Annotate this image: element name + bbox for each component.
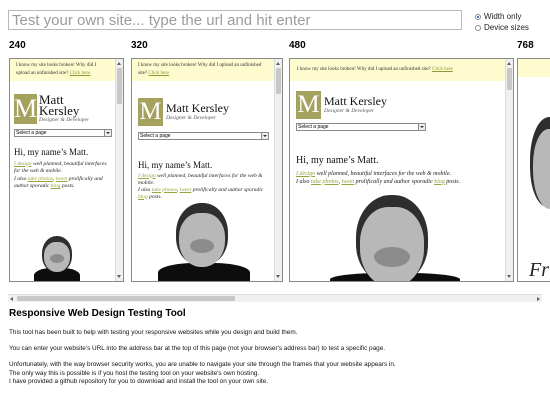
click-here-link[interactable]: Click here bbox=[432, 67, 453, 72]
frame-width-label-768: 768 bbox=[517, 40, 534, 51]
tweet-link[interactable]: tweet bbox=[56, 176, 68, 182]
description-paragraph-3: Unfortunately, with the way browser secu… bbox=[9, 361, 396, 387]
width-only-radio[interactable] bbox=[475, 13, 481, 20]
logo-subtitle: Designer & Developer bbox=[39, 117, 90, 123]
horizontal-scrollbar[interactable] bbox=[8, 294, 542, 302]
description-paragraph-2: You can enter your website's URL into th… bbox=[9, 345, 386, 352]
profile-photo bbox=[158, 199, 250, 281]
notice-banner: I know my site looks broken! Why did I u… bbox=[290, 59, 505, 81]
partial-text: Fr bbox=[529, 259, 549, 281]
frame-width-label-480: 480 bbox=[289, 40, 306, 51]
logo-name: Matt Kersley bbox=[166, 101, 229, 115]
intro-text: I design well planned, beautiful interfa… bbox=[14, 160, 107, 190]
preview-frame-240[interactable]: I know my site looks broken! Why did I u… bbox=[9, 58, 124, 282]
scroll-left-icon[interactable] bbox=[10, 297, 13, 301]
intro-text: I design well planned, beautiful interfa… bbox=[138, 172, 264, 200]
scroll-down-icon bbox=[117, 275, 121, 278]
frame-scrollbar[interactable] bbox=[115, 59, 123, 281]
page-select[interactable]: Select a page bbox=[138, 131, 269, 140]
device-sizes-option[interactable]: Device sizes bbox=[475, 23, 529, 32]
logo-name: Matt Kersley bbox=[324, 94, 387, 109]
tweet-link[interactable]: tweet bbox=[180, 187, 192, 193]
notice-banner: I know my site looks broken! Why did I u… bbox=[10, 59, 115, 81]
preview-frame-768[interactable]: Fr bbox=[517, 58, 550, 282]
photos-link[interactable]: take photos bbox=[311, 179, 339, 185]
logo-subtitle: Designer & Developer bbox=[166, 115, 217, 121]
design-link[interactable]: I design bbox=[138, 173, 156, 179]
frame-scrollbar[interactable] bbox=[505, 59, 513, 281]
page-select-label: Select a page bbox=[298, 123, 329, 130]
scroll-up-icon bbox=[507, 62, 511, 65]
scrollbar-thumb[interactable] bbox=[17, 296, 235, 301]
blog-link[interactable]: blog bbox=[138, 194, 148, 200]
click-here-link[interactable]: Click here bbox=[148, 71, 169, 76]
description-line: Unfortunately, with the way browser secu… bbox=[9, 361, 396, 368]
design-link[interactable]: I design bbox=[14, 161, 32, 167]
scroll-up-icon bbox=[276, 62, 280, 65]
blog-link[interactable]: blog bbox=[51, 183, 61, 189]
frame-width-label-320: 320 bbox=[131, 40, 148, 51]
scroll-right-icon[interactable] bbox=[537, 297, 540, 301]
click-here-link[interactable]: Click here bbox=[70, 71, 91, 76]
width-only-label: Width only bbox=[484, 12, 522, 21]
chevron-down-icon bbox=[418, 123, 425, 130]
preview-frame-320[interactable]: I know my site looks broken! Why did I u… bbox=[131, 58, 283, 282]
site-logo[interactable]: M Matt Kersley Designer & Developer bbox=[296, 90, 505, 119]
logo-subtitle: Designer & Developer bbox=[324, 108, 375, 115]
logo-monogram: M bbox=[296, 90, 321, 119]
page-select-label: Select a page bbox=[16, 129, 47, 136]
chevron-down-icon bbox=[104, 129, 111, 136]
tweet-link[interactable]: tweet bbox=[342, 179, 355, 185]
description-line: I have provided a github repository for … bbox=[9, 378, 268, 385]
chevron-down-icon bbox=[261, 132, 268, 139]
scroll-down-icon bbox=[507, 275, 511, 278]
design-link[interactable]: I design bbox=[296, 171, 315, 177]
logo-monogram: M bbox=[14, 93, 38, 124]
device-sizes-label: Device sizes bbox=[484, 23, 529, 32]
profile-photo bbox=[32, 232, 82, 281]
notice-text: I know my site looks broken! Why did I u… bbox=[297, 67, 431, 72]
frame-scrollbar[interactable] bbox=[274, 59, 282, 281]
scroll-down-icon bbox=[276, 275, 280, 278]
photos-link[interactable]: take photos bbox=[28, 176, 53, 182]
site-logo[interactable]: M Matt Kersley Designer & Developer bbox=[138, 97, 274, 126]
logo-monogram: M bbox=[138, 97, 163, 126]
greeting-heading: Hi, my name’s Matt. bbox=[14, 146, 89, 157]
width-only-option[interactable]: Width only bbox=[475, 12, 521, 21]
profile-photo bbox=[526, 117, 550, 237]
description-line: The only way this is possible is if you … bbox=[9, 369, 260, 377]
scroll-up-icon bbox=[117, 62, 121, 65]
page-title: Responsive Web Design Testing Tool bbox=[9, 308, 186, 319]
intro-text: I design well planned, beautiful interfa… bbox=[296, 170, 461, 185]
page-select-label: Select a page bbox=[140, 132, 171, 139]
profile-photo bbox=[330, 195, 460, 281]
blog-link[interactable]: blog bbox=[434, 179, 445, 185]
preview-frame-480[interactable]: I know my site looks broken! Why did I u… bbox=[289, 58, 514, 282]
photos-link[interactable]: take photos bbox=[152, 187, 177, 193]
greeting-heading: Hi, my name’s Matt. bbox=[296, 154, 379, 166]
frame-width-label-240: 240 bbox=[9, 40, 26, 51]
device-sizes-radio[interactable] bbox=[475, 24, 481, 31]
greeting-heading: Hi, my name’s Matt. bbox=[138, 159, 213, 170]
site-logo[interactable]: M Matt Kersley Designer & Developer bbox=[14, 93, 115, 124]
description-paragraph-1: This tool has been built to help with te… bbox=[9, 329, 298, 336]
page-select[interactable]: Select a page bbox=[296, 122, 426, 131]
notice-banner bbox=[518, 59, 550, 77]
url-input[interactable] bbox=[8, 10, 462, 30]
logo-last-name: Kersley bbox=[39, 103, 80, 118]
page-select[interactable]: Select a page bbox=[14, 128, 112, 137]
notice-banner: I know my site looks broken! Why did I u… bbox=[132, 59, 274, 81]
